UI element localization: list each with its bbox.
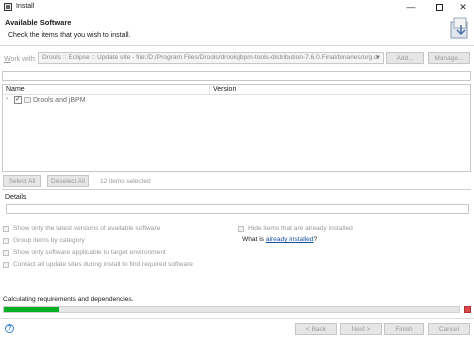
- status-message: Calculating requirements and dependencie…: [3, 296, 134, 303]
- checkbox[interactable]: [3, 249, 9, 256]
- option-contact-update-sites[interactable]: Contact all update sites during install …: [3, 260, 193, 269]
- page-description: Check the items that you wish to install…: [8, 32, 131, 39]
- filter-input[interactable]: [2, 71, 471, 81]
- checkbox[interactable]: [3, 237, 9, 244]
- category-icon: [24, 97, 31, 103]
- checkbox[interactable]: [238, 225, 244, 232]
- details-text-area[interactable]: [6, 204, 469, 214]
- column-version[interactable]: Version: [213, 86, 236, 93]
- tree-header: Name Version: [3, 85, 470, 95]
- work-with-label: Work with:: [4, 56, 37, 63]
- already-installed-text: What is already installed?: [242, 236, 318, 243]
- progress-fill: [4, 307, 59, 312]
- close-button[interactable]: ✕: [452, 0, 474, 14]
- cancel-button[interactable]: Cancel: [428, 323, 470, 335]
- progress-bar: [3, 306, 460, 313]
- details-label: Details: [5, 194, 27, 201]
- title-bar: Install — ✕: [0, 0, 474, 14]
- column-divider[interactable]: [209, 85, 210, 95]
- deselect-all-button[interactable]: Deselect All: [47, 175, 89, 187]
- install-wizard-icon: [450, 17, 468, 39]
- wizard-header: Available Software Check the items that …: [0, 14, 474, 46]
- checkbox[interactable]: [3, 225, 9, 232]
- already-installed-link[interactable]: already installed: [266, 236, 314, 243]
- items-selected-count: 12 items selected: [100, 178, 151, 185]
- work-with-value: Drools :: Eclipse :: Update site - file:…: [42, 54, 378, 61]
- item-checkbox[interactable]: ✓: [14, 96, 22, 104]
- option-group-by-category[interactable]: Group items by category: [3, 236, 85, 245]
- footer-divider: [0, 318, 474, 319]
- manage-sites-button[interactable]: Manage...: [428, 52, 470, 64]
- window-title: Install: [16, 3, 35, 10]
- option-hide-installed[interactable]: Hide items that are already installed: [238, 224, 353, 233]
- tree-row[interactable]: › ✓ Drools and jBPM: [3, 96, 470, 105]
- back-button[interactable]: < Back: [295, 323, 337, 335]
- checkbox[interactable]: [3, 261, 9, 268]
- page-title: Available Software: [5, 18, 72, 27]
- maximize-button[interactable]: [428, 0, 450, 14]
- add-site-button[interactable]: Add...: [386, 52, 424, 64]
- chevron-down-icon[interactable]: ▼: [375, 53, 381, 63]
- minimize-button[interactable]: —: [400, 0, 422, 14]
- option-target-environment[interactable]: Show only software applicable to target …: [3, 248, 166, 257]
- column-name[interactable]: Name: [6, 86, 25, 93]
- option-latest-versions[interactable]: Show only the latest versions of availab…: [3, 224, 160, 233]
- eclipse-window-icon: [4, 3, 12, 11]
- next-button[interactable]: Next >: [340, 323, 382, 335]
- software-tree[interactable]: Name Version › ✓ Drools and jBPM: [2, 84, 471, 172]
- stop-icon[interactable]: [464, 306, 471, 313]
- tree-item-label: Drools and jBPM: [33, 97, 86, 104]
- details-section: Details: [2, 189, 471, 215]
- finish-button[interactable]: Finish: [384, 323, 424, 335]
- work-with-combo[interactable]: Drools :: Eclipse :: Update site - file:…: [38, 52, 384, 64]
- help-icon[interactable]: ?: [5, 324, 14, 333]
- chevron-right-icon[interactable]: ›: [6, 96, 8, 102]
- select-all-button[interactable]: Select All: [3, 175, 41, 187]
